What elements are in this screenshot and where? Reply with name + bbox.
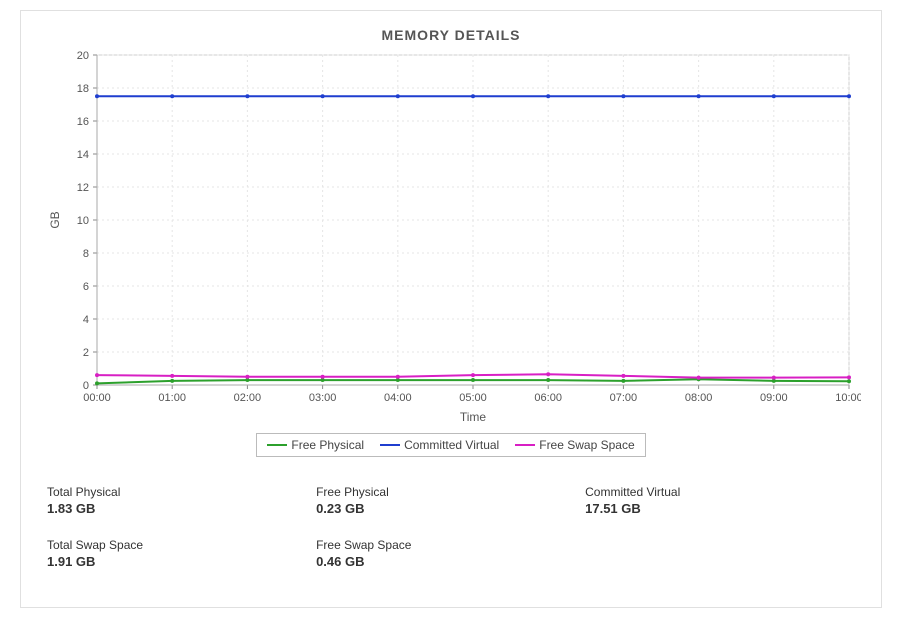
svg-text:14: 14: [77, 149, 89, 161]
svg-text:6: 6: [83, 281, 89, 293]
stat-value: 0.23 GB: [316, 501, 585, 516]
svg-text:10:00: 10:00: [835, 392, 861, 404]
stats-section: Total Physical 1.83 GB Free Physical 0.2…: [35, 485, 867, 569]
stat-value: 1.83 GB: [47, 501, 316, 516]
stat-value: 17.51 GB: [585, 501, 854, 516]
svg-text:04:00: 04:00: [384, 392, 412, 404]
svg-text:07:00: 07:00: [610, 392, 638, 404]
legend-swatch: [380, 444, 400, 446]
svg-text:18: 18: [77, 83, 89, 95]
svg-text:2: 2: [83, 347, 89, 359]
stat-label: Committed Virtual: [585, 485, 854, 499]
svg-text:00:00: 00:00: [83, 392, 111, 404]
svg-text:GB: GB: [48, 211, 62, 228]
stat-free-swap: Free Swap Space 0.46 GB: [316, 538, 585, 569]
stat-label: Free Swap Space: [316, 538, 585, 552]
svg-text:02:00: 02:00: [234, 392, 262, 404]
legend-item: Committed Virtual: [380, 438, 499, 452]
svg-text:0: 0: [83, 380, 89, 392]
memory-chart: 0 2 4 6 8 10 12 14 16 18 20 00:00 01:00 02:00 03:00 04:…: [41, 47, 861, 427]
stat-total-swap: Total Swap Space 1.91 GB: [47, 538, 316, 569]
svg-text:4: 4: [83, 314, 89, 326]
chart-container: 0 2 4 6 8 10 12 14 16 18 20 00:00 01:00 02:00 03:00 04:…: [35, 47, 867, 457]
svg-text:01:00: 01:00: [158, 392, 186, 404]
stat-empty: [585, 538, 854, 569]
svg-text:8: 8: [83, 248, 89, 260]
chart-legend: Free Physical Committed Virtual Free Swap …: [256, 433, 645, 457]
stat-label: Free Physical: [316, 485, 585, 499]
stat-total-physical: Total Physical 1.83 GB: [47, 485, 316, 516]
stat-free-physical: Free Physical 0.23 GB: [316, 485, 585, 516]
stat-value: 1.91 GB: [47, 554, 316, 569]
legend-swatch: [267, 444, 287, 446]
chart-title: MEMORY DETAILS: [35, 27, 867, 43]
stats-row-1: Total Physical 1.83 GB Free Physical 0.2…: [47, 485, 855, 516]
svg-text:16: 16: [77, 116, 89, 128]
stats-row-2: Total Swap Space 1.91 GB Free Swap Space…: [47, 538, 855, 569]
stat-committed-virtual: Committed Virtual 17.51 GB: [585, 485, 854, 516]
legend-label: Free Swap Space: [539, 438, 634, 452]
legend-item: Free Physical: [267, 438, 364, 452]
svg-text:08:00: 08:00: [685, 392, 713, 404]
svg-text:09:00: 09:00: [760, 392, 788, 404]
svg-text:12: 12: [77, 182, 89, 194]
legend-label: Free Physical: [291, 438, 364, 452]
legend-swatch: [515, 444, 535, 446]
memory-details-panel: MEMORY DETAILS 0 2 4 6 8 10 12 14 16 18 20 00:00 01:…: [20, 10, 882, 608]
svg-text:03:00: 03:00: [309, 392, 337, 404]
svg-text:Time: Time: [460, 410, 487, 424]
svg-text:10: 10: [77, 215, 89, 227]
stat-label: Total Swap Space: [47, 538, 316, 552]
svg-text:05:00: 05:00: [459, 392, 487, 404]
stat-value: 0.46 GB: [316, 554, 585, 569]
stat-label: Total Physical: [47, 485, 316, 499]
svg-text:20: 20: [77, 50, 89, 62]
svg-text:06:00: 06:00: [534, 392, 562, 404]
legend-label: Committed Virtual: [404, 438, 499, 452]
legend-item: Free Swap Space: [515, 438, 634, 452]
